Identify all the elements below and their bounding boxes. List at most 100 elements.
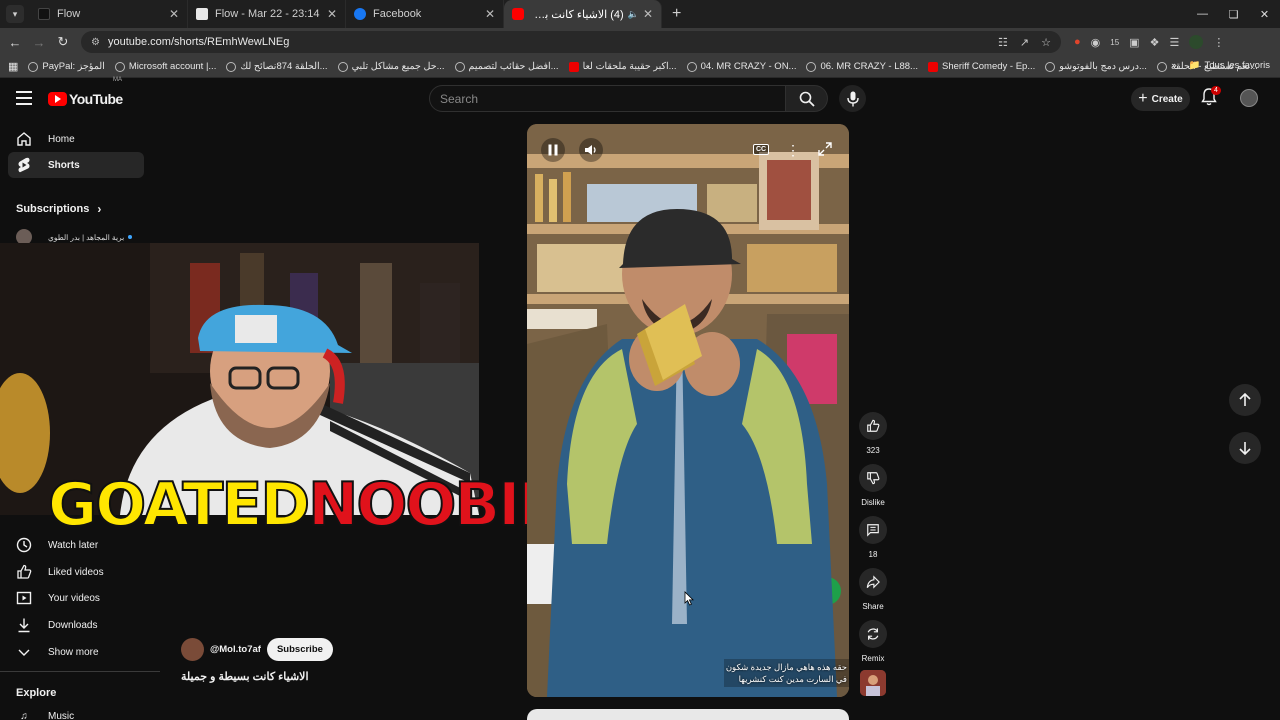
bookmark-item[interactable]: افضل حقائب لتصميم...: [454, 61, 559, 72]
clock-icon: [16, 537, 32, 553]
search-button[interactable]: [786, 85, 828, 112]
next-short-button[interactable]: [1229, 432, 1261, 464]
country-code: MA: [113, 77, 122, 83]
dislike-action[interactable]: Dislike: [859, 464, 887, 507]
remix-label: Remix: [861, 654, 885, 663]
search-input[interactable]: Search: [429, 85, 786, 112]
bookmark-item[interactable]: الحلقة 874نصائح لك...: [226, 61, 328, 72]
menu-dots-icon[interactable]: ⋮: [1213, 36, 1224, 49]
sidebar-item-shorts[interactable]: Shorts: [8, 152, 144, 178]
comments-action[interactable]: 18: [859, 516, 887, 559]
captions-button[interactable]: CC: [753, 144, 770, 155]
forward-icon[interactable]: →: [27, 35, 51, 50]
caption-line: حقه هذه هاهي مازال جديدة شكون: [725, 662, 847, 672]
youtube-logo[interactable]: YouTube: [48, 91, 123, 107]
speaker-icon[interactable]: 🔈: [628, 9, 639, 20]
sidebar-item-music[interactable]: ♫ Music: [8, 703, 144, 720]
bookmark-label: افضل حقائب لتصميم...: [468, 61, 559, 72]
bookmark-item[interactable]: 04. MR CRAZY - ON...: [686, 61, 797, 72]
restore-icon[interactable]: ❏: [1218, 0, 1249, 28]
all-bookmarks[interactable]: » 📁 Tous les favoris: [1171, 60, 1270, 71]
comments-button[interactable]: [859, 516, 887, 544]
youtube-header: YouTube MA Search + Create 4: [0, 77, 1280, 120]
remix-action[interactable]: Remix: [859, 620, 887, 663]
play-logo-icon: [48, 92, 67, 106]
subscriptions-header[interactable]: Subscriptions ›: [16, 202, 101, 216]
tab-title: Flow: [57, 8, 81, 20]
bookmark-item[interactable]: اكبر حقيبة ملحقات لعا...: [568, 61, 677, 72]
sound-thumbnail-image: [860, 670, 886, 696]
close-tab-icon[interactable]: ✕: [327, 7, 337, 21]
bookmark-item[interactable]: 06. MR CRAZY - L88...: [806, 61, 918, 72]
sidebar-item-home[interactable]: Home: [8, 126, 144, 152]
home-icon: [16, 131, 32, 147]
sidebar-item-show-more[interactable]: Show more: [8, 639, 144, 665]
fullscreen-button[interactable]: [818, 142, 832, 156]
close-tab-icon[interactable]: ✕: [485, 7, 495, 21]
previous-short-button[interactable]: [1229, 384, 1261, 416]
bookmark-label: 04. MR CRAZY - ON...: [700, 61, 797, 72]
reload-icon[interactable]: ↻: [51, 34, 75, 50]
media-icon[interactable]: ▣: [1129, 36, 1139, 49]
pause-button[interactable]: [541, 138, 565, 162]
chevron-right-icon[interactable]: »: [1171, 60, 1176, 71]
bookmark-item[interactable]: PayPal: المؤجز: [28, 61, 105, 72]
close-tab-icon[interactable]: ✕: [169, 7, 179, 21]
volume-button[interactable]: [579, 138, 603, 162]
voice-search-button[interactable]: [839, 85, 866, 112]
youtube-favicon-icon: [512, 8, 524, 20]
extension-icon[interactable]: ●: [1074, 36, 1081, 48]
tab-search-chevron-icon[interactable]: ▾: [6, 5, 24, 23]
puzzle-icon[interactable]: ❖: [1150, 36, 1160, 49]
sound-thumbnail[interactable]: [860, 670, 886, 696]
reading-list-icon[interactable]: ☰: [1169, 36, 1179, 49]
video-icon: [16, 590, 32, 606]
new-tab-icon[interactable]: +: [672, 5, 681, 23]
bookmark-item[interactable]: Sheriff Comedy - Ep...: [927, 61, 1035, 72]
share-button[interactable]: [859, 568, 887, 596]
bookmark-item[interactable]: درس دمج بالفوتوشو...: [1045, 61, 1147, 72]
close-tab-icon[interactable]: ✕: [643, 7, 653, 21]
browser-tab[interactable]: Facebook ✕: [346, 0, 504, 28]
like-button[interactable]: [859, 412, 887, 440]
bookmark-item[interactable]: حل جميع مشاكل تلبي...: [337, 61, 445, 72]
next-short-preview[interactable]: [527, 709, 849, 720]
browser-tab[interactable]: Flow - Mar 22 - 23:14 ✕: [188, 0, 346, 28]
close-window-icon[interactable]: ✕: [1249, 0, 1280, 28]
browser-tab-active[interactable]: (4) الاشياء كانت بسيطة و جم 🔈 ✕: [504, 0, 662, 28]
sidebar-item-liked-videos[interactable]: Liked videos: [8, 559, 144, 585]
remix-button[interactable]: [859, 620, 887, 648]
account-avatar[interactable]: [1240, 89, 1258, 107]
shorts-player[interactable]: CC ⋮ حقه هذه هاهي مازال جديدة شكون في ال…: [527, 124, 849, 697]
globe-icon: [1045, 61, 1056, 72]
share-label: Share: [862, 602, 884, 611]
captions-icon: CC: [753, 144, 770, 155]
more-options-icon[interactable]: ⋮: [786, 142, 800, 159]
bookmark-item[interactable]: Microsoft account |...: [114, 61, 216, 72]
share-action[interactable]: Share: [859, 568, 887, 611]
menu-icon[interactable]: [16, 91, 32, 105]
open-in-app-icon[interactable]: ↗: [1020, 36, 1029, 49]
extension-icon[interactable]: ◉: [1091, 36, 1101, 49]
translate-icon[interactable]: ☷: [998, 36, 1008, 49]
back-icon[interactable]: ←: [3, 35, 27, 50]
short-title[interactable]: الاشياء كانت بسيطة و جميلة: [181, 670, 309, 683]
profile-icon[interactable]: [1189, 35, 1204, 49]
notifications-button[interactable]: 4: [1201, 86, 1221, 110]
site-info-icon[interactable]: ⚙: [91, 37, 100, 48]
channel-avatar[interactable]: [181, 638, 204, 661]
sidebar-item-your-videos[interactable]: Your videos: [8, 585, 144, 611]
bookmark-star-icon[interactable]: ☆: [1041, 36, 1051, 49]
sidebar-item-downloads[interactable]: Downloads: [8, 612, 144, 638]
create-button[interactable]: + Create: [1131, 87, 1190, 111]
dislike-button[interactable]: [859, 464, 887, 492]
address-bar[interactable]: ⚙ youtube.com/shorts/REmhWewLNEg ☷ ↗ ☆: [81, 31, 1061, 53]
channel-name: برية المجاهد | بدر الطوي: [48, 232, 125, 242]
like-action[interactable]: 323: [859, 412, 887, 455]
subscribe-button[interactable]: Subscribe: [266, 638, 333, 661]
browser-tab[interactable]: Flow ✕: [30, 0, 188, 28]
minimize-icon[interactable]: —: [1187, 0, 1218, 28]
apps-grid-icon[interactable]: ▦: [8, 60, 18, 73]
channel-handle[interactable]: @Mol.to7af: [210, 644, 261, 655]
browser-tab-strip: ▾ Flow ✕ Flow - Mar 22 - 23:14 ✕ Faceboo…: [0, 0, 1280, 28]
